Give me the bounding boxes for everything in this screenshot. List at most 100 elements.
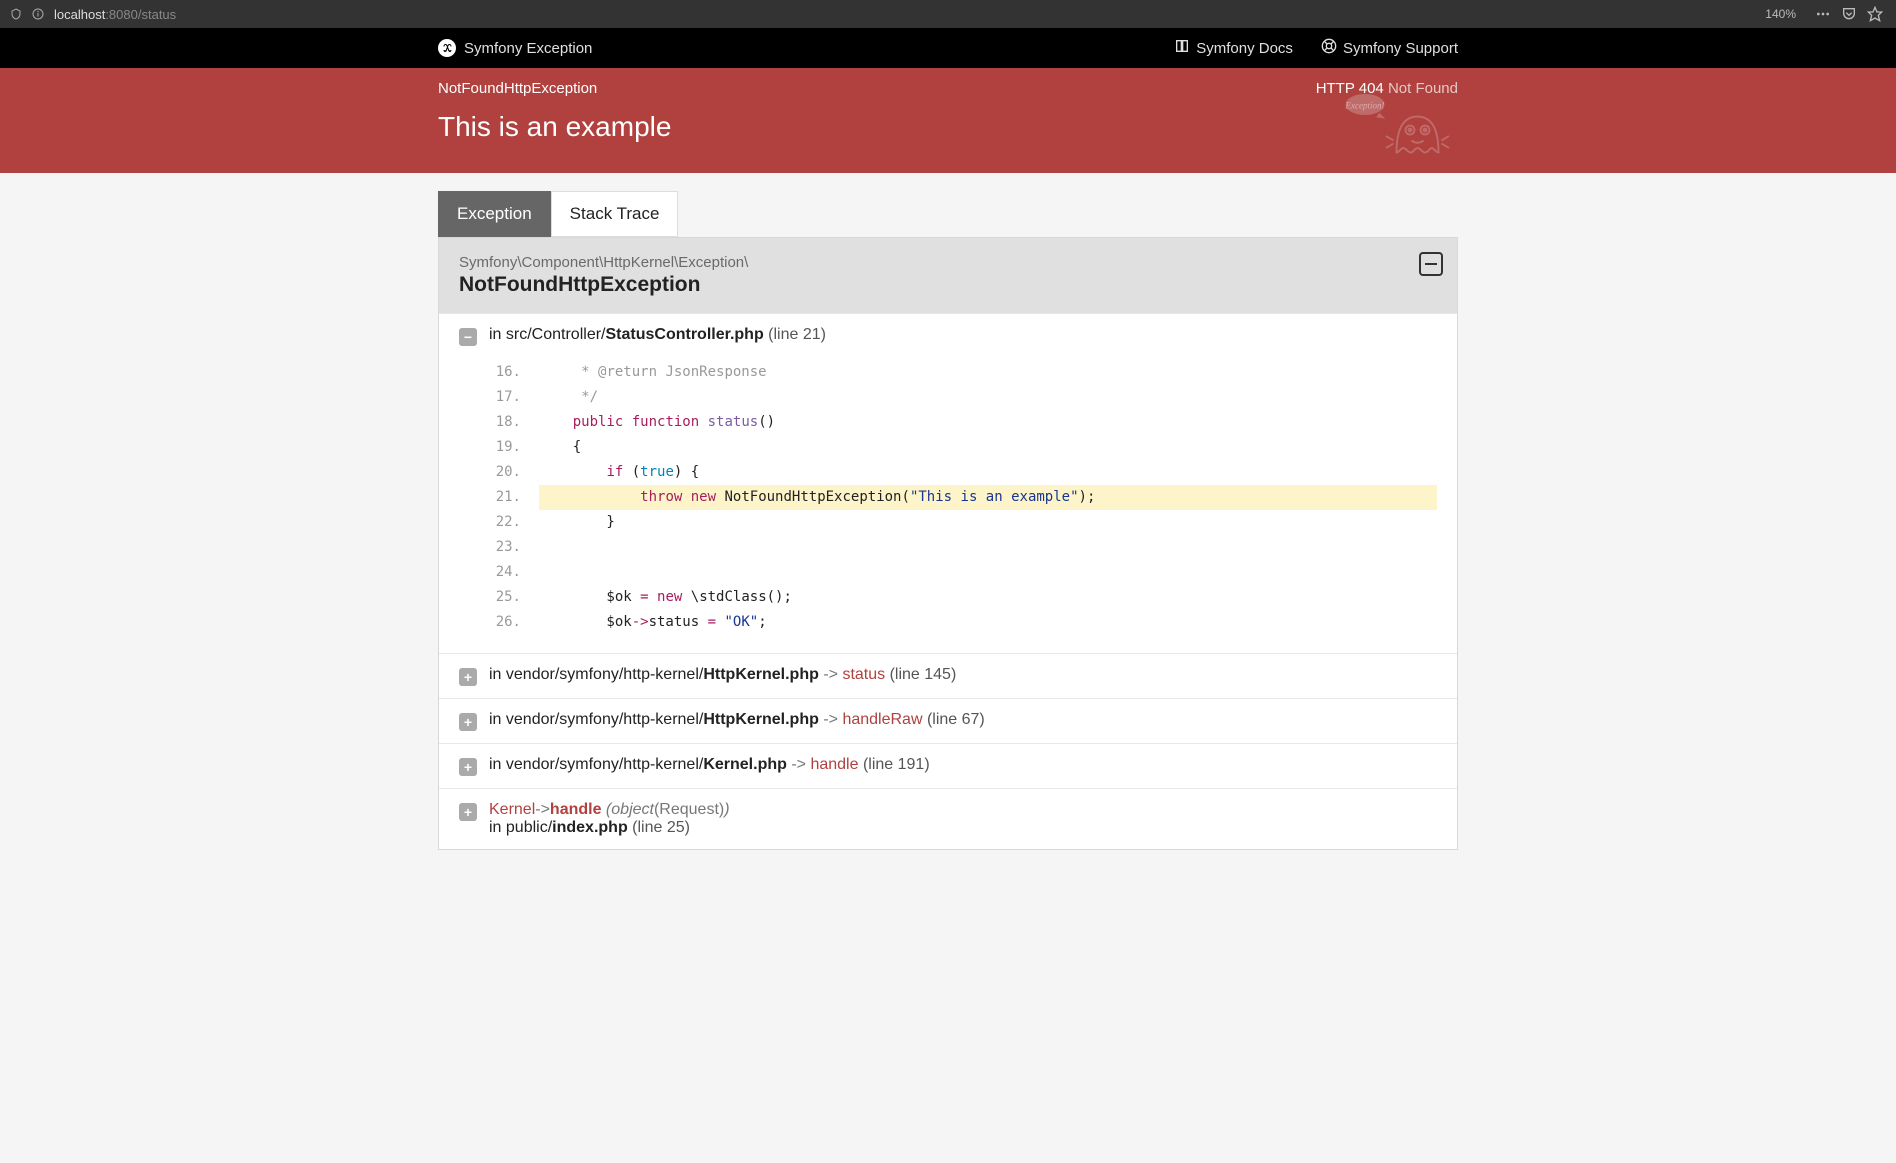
pocket-icon[interactable] xyxy=(1841,6,1857,22)
code-text xyxy=(539,535,1437,560)
symfony-logo-icon xyxy=(438,39,456,57)
app-title: Symfony Exception xyxy=(464,40,592,57)
line-number: 23. xyxy=(489,535,539,560)
trace-path-prefix: vendor/symfony/http-kernel/ xyxy=(506,666,703,683)
arrow-text: -> xyxy=(787,756,811,773)
life-ring-icon xyxy=(1321,38,1337,58)
trace-text[interactable]: in vendor/symfony/http-kernel/HttpKernel… xyxy=(489,666,956,684)
trace-line-info: (line 145) xyxy=(885,666,956,683)
trace-class-ref: Kernel xyxy=(489,801,535,818)
trace-in: in xyxy=(489,666,506,683)
more-icon[interactable] xyxy=(1815,6,1831,22)
trace-panel-header[interactable]: Symfony\Component\HttpKernel\Exception\ … xyxy=(439,238,1457,313)
code-row: 21. throw new NotFoundHttpException("Thi… xyxy=(489,485,1437,510)
trace-method: handle xyxy=(810,756,858,773)
trace-entry: − in src/Controller/StatusController.php… xyxy=(439,313,1457,653)
url-host: localhost xyxy=(54,7,105,22)
exception-summary: NotFoundHttpException HTTP 404 Not Found… xyxy=(0,68,1896,173)
line-number: 22. xyxy=(489,510,539,535)
trace-file: StatusController.php xyxy=(605,326,763,343)
plus-icon[interactable]: + xyxy=(459,668,477,686)
trace-args: (object(Request)) xyxy=(601,801,729,818)
plus-icon[interactable]: + xyxy=(459,758,477,776)
trace-text[interactable]: in src/Controller/StatusController.php (… xyxy=(489,326,826,344)
line-number: 25. xyxy=(489,585,539,610)
trace-method: handleRaw xyxy=(842,711,922,728)
docs-link[interactable]: Symfony Docs xyxy=(1174,38,1293,58)
line-number: 18. xyxy=(489,410,539,435)
exception-class-full: NotFoundHttpException xyxy=(459,273,1437,297)
arrow-text: -> xyxy=(819,711,843,728)
line-number: 17. xyxy=(489,385,539,410)
code-text: */ xyxy=(539,385,1437,410)
code-row: 22. } xyxy=(489,510,1437,535)
trace-entry: + in vendor/symfony/http-kernel/HttpKern… xyxy=(439,698,1457,743)
book-icon xyxy=(1174,38,1190,58)
exception-message: This is an example xyxy=(438,111,1458,143)
code-text: { xyxy=(539,435,1437,460)
code-text: throw new NotFoundHttpException("This is… xyxy=(539,485,1437,510)
code-text: $ok = new \stdClass(); xyxy=(539,585,1437,610)
docs-link-label: Symfony Docs xyxy=(1196,40,1293,57)
url-port: :8080 xyxy=(105,7,138,22)
line-number: 21. xyxy=(489,485,539,510)
arrow-text: -> xyxy=(535,801,550,818)
trace-text[interactable]: in vendor/symfony/http-kernel/HttpKernel… xyxy=(489,711,985,729)
line-number: 26. xyxy=(489,610,539,635)
trace-sub-text: in public/index.php (line 25) xyxy=(489,819,690,836)
code-row: 25. $ok = new \stdClass(); xyxy=(489,585,1437,610)
line-number: 16. xyxy=(489,360,539,385)
code-text: if (true) { xyxy=(539,460,1437,485)
info-icon xyxy=(30,8,46,20)
code-row: 17. */ xyxy=(489,385,1437,410)
plus-icon[interactable]: + xyxy=(459,803,477,821)
line-number: 24. xyxy=(489,560,539,585)
trace-in: in xyxy=(489,326,506,343)
support-link[interactable]: Symfony Support xyxy=(1321,38,1458,58)
code-row: 26. $ok->status = "OK"; xyxy=(489,610,1437,635)
trace-method: status xyxy=(842,666,885,683)
browser-address-bar: localhost:8080/status 140% xyxy=(0,0,1896,28)
code-row: 23. xyxy=(489,535,1437,560)
code-row: 24. xyxy=(489,560,1437,585)
code-row: 20. if (true) { xyxy=(489,460,1437,485)
tab-exception[interactable]: Exception xyxy=(438,191,551,237)
trace-entry: + Kernel->handle (object(Request)) in pu… xyxy=(439,788,1457,849)
trace-method: handle xyxy=(550,801,602,818)
trace-file: Kernel.php xyxy=(703,756,787,773)
collapse-icon[interactable] xyxy=(1419,252,1443,276)
zoom-level[interactable]: 140% xyxy=(1765,7,1796,21)
url-display[interactable]: localhost:8080/status xyxy=(54,7,176,22)
code-text: } xyxy=(539,510,1437,535)
trace-panel: Symfony\Component\HttpKernel\Exception\ … xyxy=(438,237,1458,850)
trace-text[interactable]: in vendor/symfony/http-kernel/Kernel.php… xyxy=(489,756,930,774)
minus-icon[interactable]: − xyxy=(459,328,477,346)
trace-entry: + in vendor/symfony/http-kernel/HttpKern… xyxy=(439,653,1457,698)
plus-icon[interactable]: + xyxy=(459,713,477,731)
trace-text[interactable]: Kernel->handle (object(Request)) in publ… xyxy=(489,801,730,837)
exception-namespace: Symfony\Component\HttpKernel\Exception\ xyxy=(459,254,1437,271)
code-text: public function status() xyxy=(539,410,1437,435)
code-text: * @return JsonResponse xyxy=(539,360,1437,385)
code-row: 18. public function status() xyxy=(489,410,1437,435)
trace-path-prefix: src/Controller/ xyxy=(506,326,606,343)
trace-path-prefix: vendor/symfony/http-kernel/ xyxy=(506,756,703,773)
ghost-icon: Exception! xyxy=(1338,88,1458,165)
code-row: 19. { xyxy=(489,435,1437,460)
line-number: 19. xyxy=(489,435,539,460)
code-text: $ok->status = "OK"; xyxy=(539,610,1437,635)
exception-class-short: NotFoundHttpException xyxy=(438,80,597,97)
support-link-label: Symfony Support xyxy=(1343,40,1458,57)
tabs: Exception Stack Trace xyxy=(438,191,1458,237)
code-block: 16. * @return JsonResponse17. */18. publ… xyxy=(489,360,1437,635)
trace-in: in xyxy=(489,711,506,728)
trace-path-prefix: vendor/symfony/http-kernel/ xyxy=(506,711,703,728)
trace-file: HttpKernel.php xyxy=(703,711,819,728)
star-icon[interactable] xyxy=(1867,6,1883,22)
tab-stack-trace[interactable]: Stack Trace xyxy=(551,191,679,237)
trace-entry: + in vendor/symfony/http-kernel/Kernel.p… xyxy=(439,743,1457,788)
url-path: /status xyxy=(138,7,176,22)
trace-file: HttpKernel.php xyxy=(703,666,819,683)
trace-line-info: (line 191) xyxy=(859,756,930,773)
trace-in: in xyxy=(489,756,506,773)
